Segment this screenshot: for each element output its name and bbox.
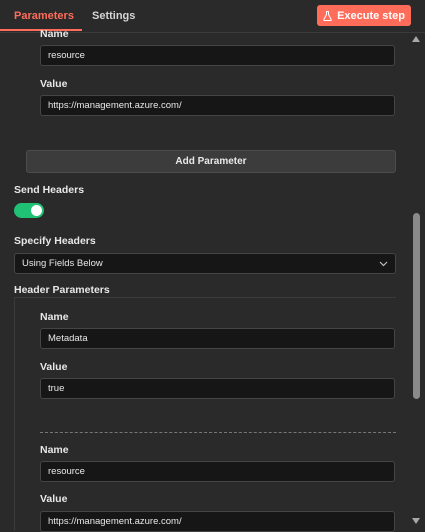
tab-parameters[interactable]: Parameters <box>14 10 74 22</box>
scrollbar-thumb[interactable] <box>413 213 420 399</box>
specify-headers-value: Using Fields Below <box>22 258 103 269</box>
header-value-input[interactable]: true <box>40 378 395 399</box>
header-name-label: Name <box>40 311 69 323</box>
section-divider <box>14 297 396 298</box>
send-headers-label: Send Headers <box>14 184 85 196</box>
send-headers-toggle[interactable] <box>14 203 44 218</box>
parameter-separator <box>40 432 396 433</box>
query-value-label: Value <box>40 78 68 90</box>
execute-step-button[interactable]: Execute step <box>317 5 411 26</box>
header-value-label: Value <box>40 361 68 373</box>
specify-headers-label: Specify Headers <box>14 235 96 247</box>
query-name-input[interactable]: resource <box>40 45 395 66</box>
header-name-label: Name <box>40 444 69 456</box>
tab-settings[interactable]: Settings <box>92 10 135 22</box>
specify-headers-select[interactable]: Using Fields Below <box>14 253 396 274</box>
header-value-label: Value <box>40 493 68 505</box>
flask-icon <box>323 10 332 21</box>
chevron-down-icon <box>379 261 388 267</box>
header-value-input[interactable]: https://management.azure.com/ <box>40 511 395 532</box>
scroll-up-arrow-icon[interactable] <box>411 34 421 44</box>
query-name-label: Name <box>40 28 69 40</box>
header-parameters-label: Header Parameters <box>14 284 110 296</box>
execute-step-label: Execute step <box>337 9 405 22</box>
scroll-down-arrow-icon[interactable] <box>411 516 421 526</box>
query-value-input[interactable]: https://management.azure.com/ <box>40 95 395 116</box>
header-name-input[interactable]: resource <box>40 461 395 482</box>
section-left-border <box>14 297 15 531</box>
add-parameter-button[interactable]: Add Parameter <box>26 150 396 173</box>
header-name-input[interactable]: Metadata <box>40 328 395 349</box>
toggle-knob <box>31 205 42 216</box>
